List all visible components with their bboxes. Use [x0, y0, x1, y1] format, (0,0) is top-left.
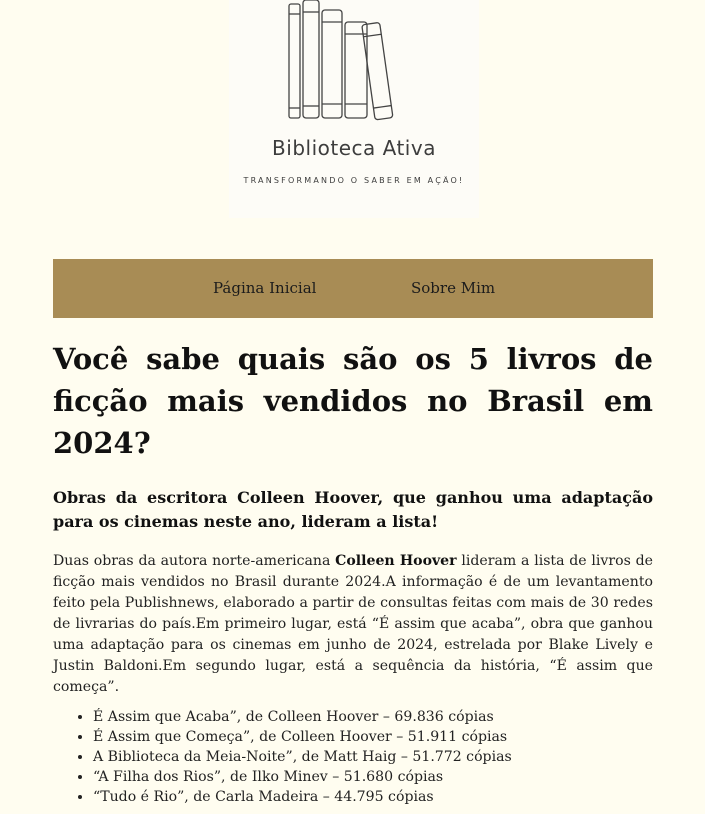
nav-home-link[interactable]: Página Inicial	[213, 279, 316, 297]
list-item: É Assim que Começa”, de Colleen Hoover –…	[93, 727, 653, 747]
intro-text-end: lideram a lista de livros de ficção mais…	[53, 553, 653, 695]
list-item: “Tudo é Rio”, de Carla Madeira – 44.795 …	[93, 787, 653, 807]
article-headline: Você sabe quais são os 5 livros de ficçã…	[53, 342, 653, 460]
intro-text-start: Duas obras da autora norte-americana	[53, 553, 336, 569]
nav-about-link[interactable]: Sobre Mim	[411, 279, 495, 297]
article-intro: Duas obras da autora norte-americana Col…	[53, 551, 653, 698]
list-item: “A Filha dos Rios”, de Ilko Minev – 51.6…	[93, 767, 653, 787]
bestseller-list: É Assim que Acaba”, de Colleen Hoover – …	[53, 707, 653, 807]
list-item: A Biblioteca da Meia-Noite”, de Matt Hai…	[93, 747, 653, 767]
main-navigation: Página Inicial Sobre Mim	[53, 259, 653, 318]
books-icon	[288, 0, 394, 121]
site-logo[interactable]: Biblioteca Ativa TRANSFORMANDO O SABER E…	[229, 0, 479, 218]
list-item: É Assim que Acaba”, de Colleen Hoover – …	[93, 707, 653, 727]
author-name: Colleen Hoover	[335, 553, 457, 569]
logo-title: Biblioteca Ativa	[272, 136, 436, 160]
article-subheadline: Obras da escritora Colleen Hoover, que g…	[53, 488, 653, 531]
logo-tagline: TRANSFORMANDO O SABER EM AÇÃO!	[243, 176, 465, 185]
